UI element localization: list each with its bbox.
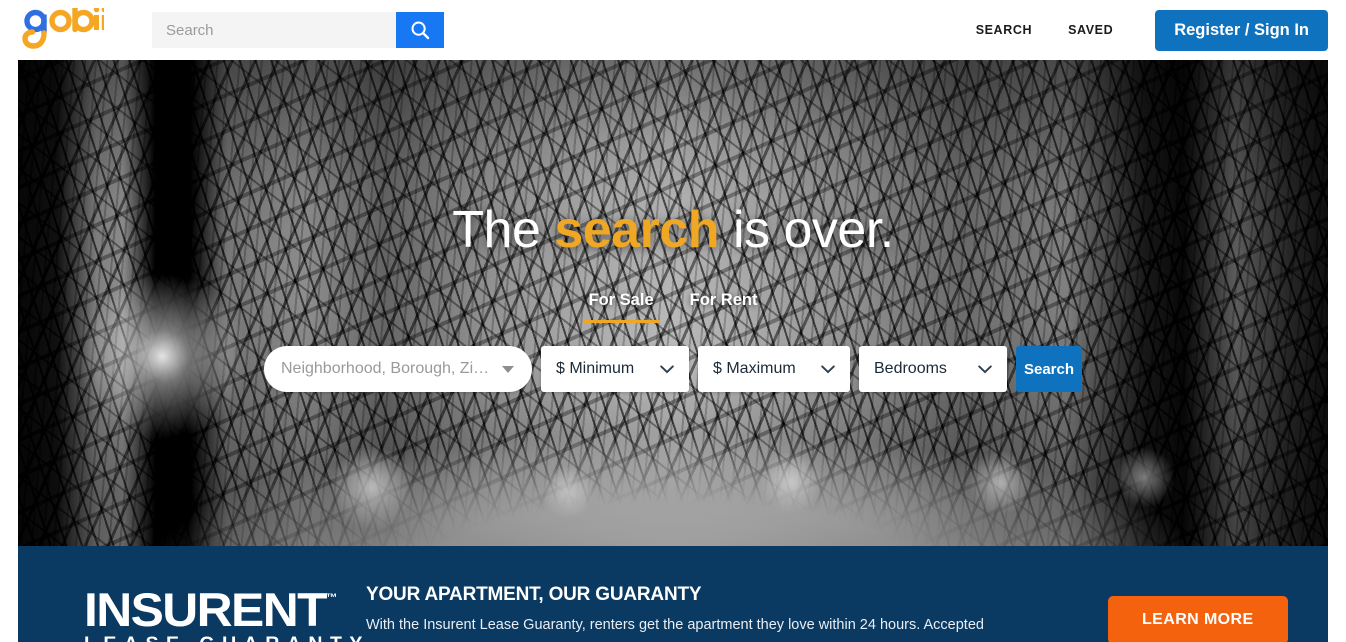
learn-more-button[interactable]: LEARN MORE: [1108, 596, 1288, 642]
chevron-down-icon: [978, 364, 992, 374]
hero-search-button[interactable]: Search: [1016, 346, 1082, 392]
insurent-heading: YOUR APARTMENT, OUR GUARANTY: [366, 584, 702, 605]
min-price-label: $ Minimum: [556, 360, 635, 377]
insurent-description: With the Insurent Lease Guaranty, renter…: [366, 617, 984, 633]
nav-link-saved[interactable]: SAVED: [1050, 23, 1131, 37]
chevron-down-icon: [821, 364, 835, 374]
max-price-label: $ Maximum: [713, 360, 796, 377]
tab-for-sale[interactable]: For Sale: [582, 291, 660, 323]
insurent-copy: YOUR APARTMENT, OUR GUARANTY With the In…: [366, 574, 1098, 636]
insurent-logo: INSURENT ™ LEASE GUARANTY: [84, 574, 362, 642]
gobii-logo[interactable]: [22, 8, 134, 52]
trademark-icon: ™: [325, 592, 338, 604]
tab-for-rent[interactable]: For Rent: [684, 291, 764, 323]
location-placeholder: Neighborhood, Borough, Zip...: [281, 360, 492, 377]
register-sign-in-button[interactable]: Register / Sign In: [1155, 9, 1328, 51]
gobii-logo-mark: [22, 8, 104, 49]
hero-content: The search is over. For Sale For Rent Ne…: [18, 60, 1328, 546]
nav-link-search[interactable]: SEARCH: [958, 23, 1050, 37]
insurent-wordmark: INSURENT ™: [84, 583, 349, 636]
search-icon: [411, 21, 430, 40]
min-price-select[interactable]: $ Minimum: [541, 346, 689, 392]
search-input[interactable]: [152, 12, 396, 48]
hero-listing-type-tabs: For Sale For Rent: [582, 291, 764, 323]
header-nav: SEARCH SAVED Register / Sign In: [958, 0, 1328, 60]
hero-headline-accent: search: [554, 201, 720, 259]
search-submit-button[interactable]: [396, 12, 444, 48]
hero-search-form: Neighborhood, Borough, Zip... $ Minimum …: [264, 346, 1082, 392]
hero-headline-after: is over.: [719, 201, 894, 259]
insurent-wordmark-text: INSURENT: [84, 583, 328, 636]
location-input[interactable]: Neighborhood, Borough, Zip...: [264, 346, 532, 392]
site-header: SEARCH SAVED Register / Sign In: [0, 0, 1346, 60]
hero-section: The search is over. For Sale For Rent Ne…: [18, 60, 1328, 546]
bedrooms-select[interactable]: Bedrooms: [859, 346, 1007, 392]
insurent-cta-container: LEARN MORE: [1098, 574, 1328, 642]
max-price-select[interactable]: $ Maximum: [698, 346, 850, 392]
hero-headline-before: The: [452, 201, 555, 259]
bedrooms-label: Bedrooms: [874, 360, 947, 377]
hero-headline: The search is over.: [452, 200, 894, 260]
chevron-down-icon: [660, 364, 674, 374]
header-search-box: [152, 12, 444, 48]
caret-down-icon: [502, 365, 514, 373]
insurent-promo-banner: INSURENT ™ LEASE GUARANTY YOUR APARTMENT…: [18, 546, 1328, 642]
